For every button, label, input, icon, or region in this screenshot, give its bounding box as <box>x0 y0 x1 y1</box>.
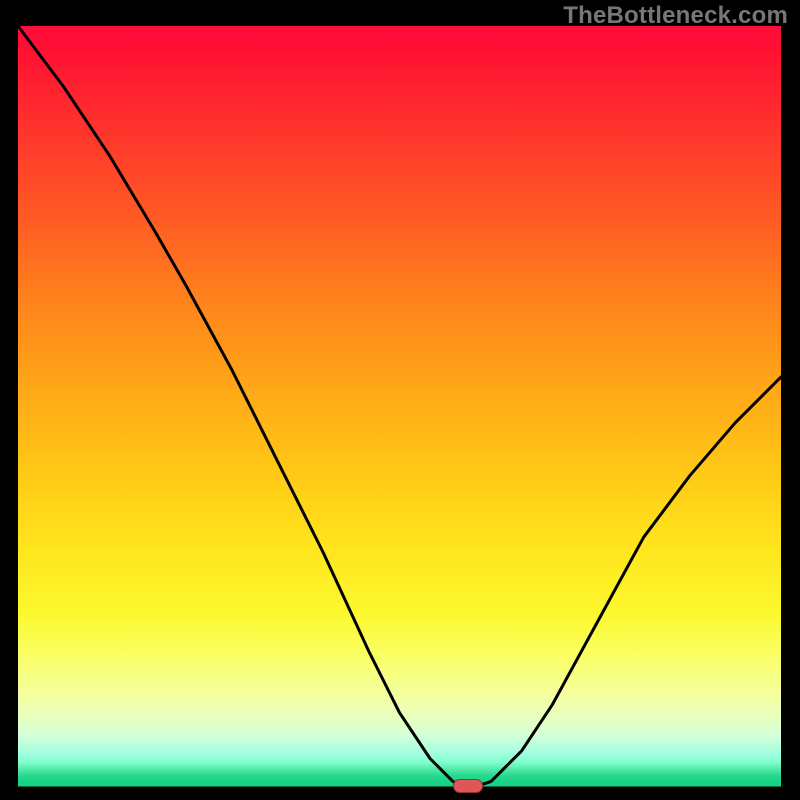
bottleneck-curve <box>18 26 781 789</box>
line-plot <box>18 26 781 789</box>
plot-frame <box>18 26 781 789</box>
optimal-marker <box>453 779 483 793</box>
chart-container: TheBottleneck.com <box>0 0 800 800</box>
